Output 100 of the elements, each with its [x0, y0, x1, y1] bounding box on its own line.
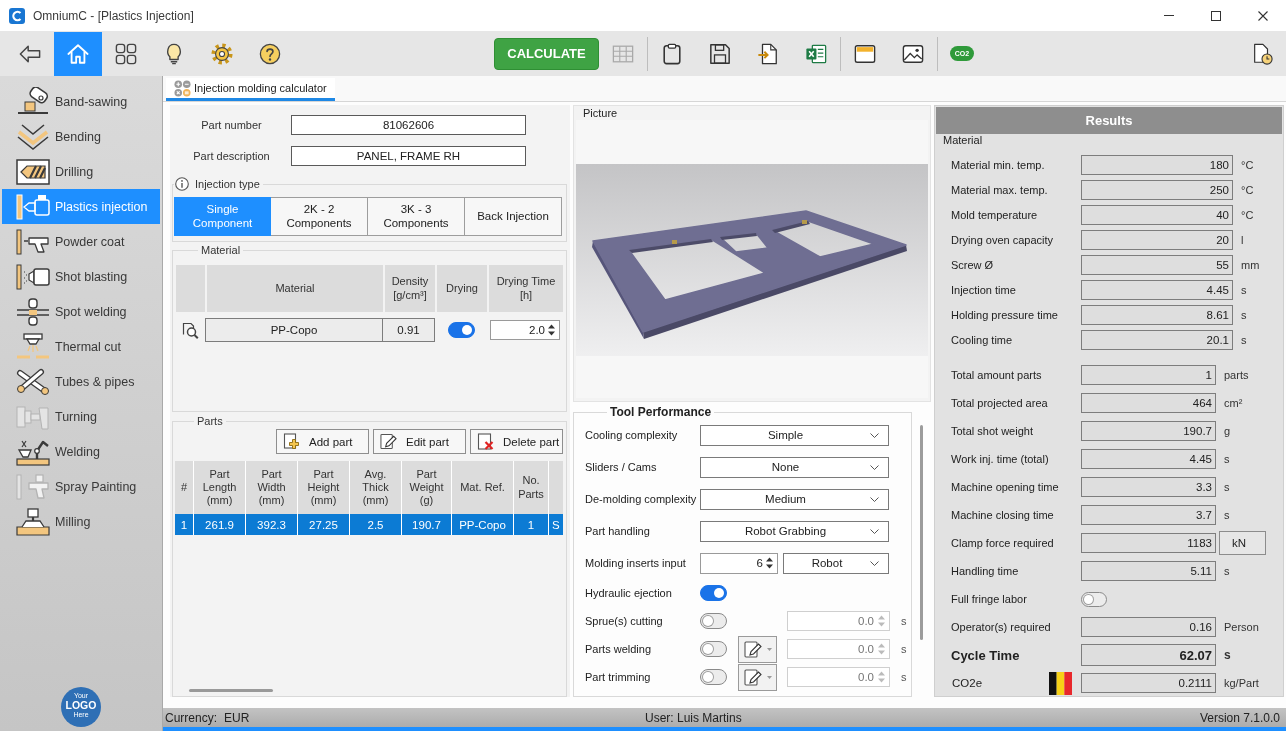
- group-label: Tool Performance: [610, 405, 712, 419]
- sidebar-item[interactable]: Thermal cut: [2, 329, 160, 364]
- info-icon: [175, 177, 189, 191]
- number-spinner[interactable]: 2.0: [490, 320, 560, 340]
- unit-label: parts: [1224, 369, 1249, 381]
- sidebar-item[interactable]: Bending: [2, 119, 160, 154]
- sidebar-item[interactable]: Tubes & pipes: [2, 364, 160, 399]
- app-logo-icon: [9, 7, 25, 24]
- delete-part-button[interactable]: Delete part: [470, 429, 563, 454]
- table-cell-text: S: [551, 517, 561, 533]
- edit-document-icon: [380, 433, 397, 450]
- search-icon[interactable]: [182, 321, 199, 339]
- column-header: Material: [205, 265, 383, 312]
- table-cell: 1: [514, 514, 549, 535]
- sidebar-item[interactable]: Milling: [2, 504, 160, 539]
- toggle-switch[interactable]: [447, 322, 475, 338]
- image-icon: [902, 42, 924, 65]
- unit-label: °C: [1241, 158, 1254, 171]
- sidebar-item[interactable]: Shot blasting: [2, 259, 160, 294]
- chevron-down-icon: [870, 528, 879, 534]
- result-field: 8.61: [1081, 304, 1233, 325]
- result-field: 20.1: [1081, 329, 1233, 350]
- table-row[interactable]: 1 261.9 392.3 27.25 2.5 190.7 PP-Copo 1 S: [175, 514, 563, 535]
- dropdown[interactable]: Robot: [783, 552, 889, 574]
- spin-arrows-icon: [547, 323, 556, 337]
- unit-label: s: [1224, 509, 1230, 521]
- maximize-icon: [1210, 10, 1221, 21]
- group-label: Injection type: [195, 178, 260, 190]
- toggle-switch[interactable]: [700, 585, 727, 601]
- result-field: 0.2111: [1081, 673, 1216, 693]
- toggle-switch[interactable]: [700, 641, 727, 657]
- vertical-scrollbar[interactable]: [920, 425, 923, 640]
- toggle-switch[interactable]: [700, 613, 727, 629]
- result-field: 4.45: [1081, 449, 1216, 469]
- status-text: User: Luis Martins: [645, 710, 743, 725]
- horizontal-scrollbar[interactable]: [189, 689, 273, 692]
- number-field[interactable]: 0.0: [787, 639, 890, 659]
- window-title: OmniumC - [Plastics Injection]: [33, 8, 194, 23]
- number-spinner[interactable]: 6: [700, 552, 778, 574]
- minimize-icon: [1163, 15, 1174, 16]
- sidebar-item[interactable]: Welding: [2, 434, 160, 469]
- result-field: 0.16: [1081, 617, 1216, 637]
- result-field: 3.7: [1081, 505, 1216, 525]
- field-label: Full fringe labor: [950, 593, 1028, 605]
- segment-button[interactable]: Back Injection: [465, 197, 562, 236]
- field-label: Drying oven capacity: [950, 233, 1055, 246]
- document-arrow-icon: [757, 42, 779, 65]
- chevron-down-icon: [870, 464, 879, 470]
- field-label: Part trimming: [585, 671, 652, 683]
- unit-label: cm²: [1224, 397, 1243, 409]
- calculator-icon: [174, 79, 191, 97]
- segment-button[interactable]: 2K - 2 Components: [271, 197, 368, 236]
- result-field: 250: [1081, 179, 1233, 200]
- text-field[interactable]: PANEL, FRAME RH: [291, 146, 526, 166]
- field-label: Hydraulic ejection: [585, 587, 673, 599]
- unit-label: kg/Part: [1224, 677, 1259, 689]
- unit-label: °C: [1241, 183, 1254, 196]
- sidebar-item[interactable]: Spot welding: [2, 294, 160, 329]
- add-document-icon: [283, 433, 300, 450]
- field-label: Cooling complexity: [585, 429, 679, 441]
- result-field: 40: [1081, 204, 1233, 225]
- table-cell: 261.9: [194, 514, 246, 535]
- sidebar-item[interactable]: Band-sawing: [2, 84, 160, 119]
- unit-label: g: [1224, 425, 1231, 437]
- edit-button[interactable]: [738, 663, 777, 691]
- edit-button[interactable]: [738, 635, 777, 663]
- field-label: Sliders / Cams: [585, 461, 658, 473]
- dropdown[interactable]: Robot Grabbing: [700, 520, 889, 542]
- caret-icon: [766, 647, 772, 651]
- dropdown[interactable]: Simple: [700, 424, 889, 446]
- add-part-button[interactable]: Add part: [276, 429, 369, 454]
- dropdown[interactable]: None: [700, 456, 889, 478]
- field-label: Material min. temp.: [950, 158, 1046, 171]
- number-field[interactable]: 0.0: [787, 667, 890, 687]
- toggle-switch[interactable]: [1081, 591, 1107, 607]
- tab[interactable]: Injection molding calculator: [166, 78, 335, 101]
- column-header: Drying: [435, 265, 487, 312]
- table-cell: 2.5: [350, 514, 402, 535]
- unit-label: s: [1224, 453, 1230, 465]
- toggle-switch[interactable]: [700, 669, 727, 685]
- unit-label: s: [1241, 308, 1247, 321]
- text-field[interactable]: 81062606: [291, 115, 526, 135]
- dropdown[interactable]: Medium: [700, 488, 889, 510]
- save-icon: [709, 42, 731, 65]
- result-field: 1183: [1081, 533, 1216, 553]
- number-field[interactable]: 0.0: [787, 611, 890, 631]
- field-label: CO2e: [952, 677, 983, 689]
- segment-button[interactable]: 3K - 3 Components: [368, 197, 465, 236]
- edit-part-button[interactable]: Edit part: [373, 429, 466, 454]
- unit-label: °C: [1241, 208, 1254, 221]
- sidebar-item[interactable]: Powder coat: [2, 224, 160, 259]
- table-cell: 0.91: [383, 318, 435, 342]
- column-header: Density [g/cm³]: [383, 265, 435, 312]
- field-label: Holding pressure time: [950, 308, 1059, 321]
- column-header: Part Length (mm): [194, 461, 246, 514]
- sidebar-item[interactable]: Drilling: [2, 154, 160, 189]
- field-label: De-molding complexity: [585, 493, 698, 505]
- column-header: Avg. Thick (mm): [350, 461, 402, 514]
- pencil-icon: [743, 640, 762, 658]
- table-cell: 392.3: [246, 514, 298, 535]
